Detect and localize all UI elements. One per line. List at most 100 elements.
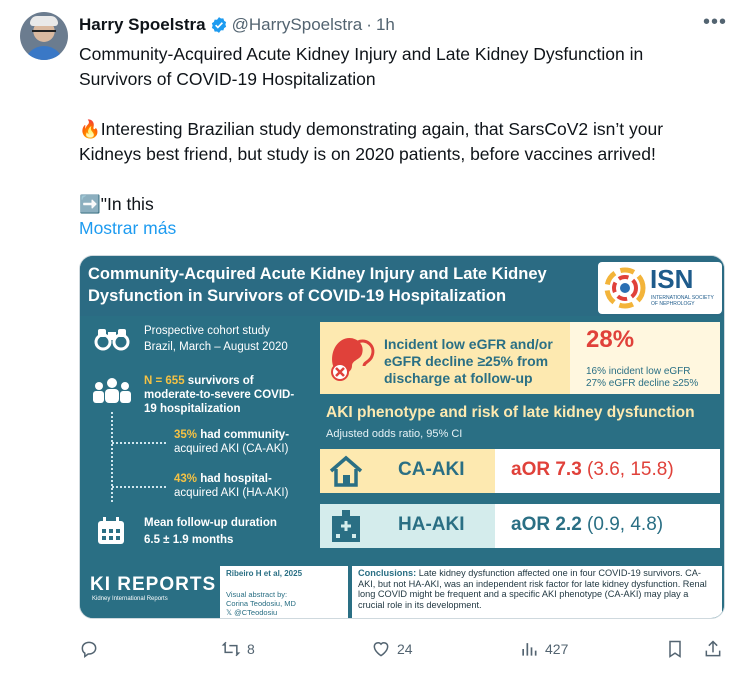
- incident-text: Incident low eGFR and/or eGFR decline ≥2…: [384, 336, 553, 387]
- n-line1: N = 655 survivors of: [144, 374, 254, 388]
- study-details-panel: Prospective cohort study Brazil, March –…: [80, 316, 318, 560]
- tweet-text: Community-Acquired Acute Kidney Injury a…: [79, 42, 719, 217]
- incident-sub-line: 16% incident low eGFR: [586, 366, 691, 377]
- ca-ci: (3.6, 15.8): [581, 459, 674, 480]
- media-card[interactable]: Community-Acquired Acute Kidney Injury a…: [79, 255, 725, 619]
- ca-aki-label: CA-AKI: [398, 459, 465, 480]
- results-panel: Incident low eGFR and/or eGFR decline ≥2…: [318, 316, 724, 560]
- heart-icon: [373, 642, 389, 657]
- x-logo-icon: 𝕏: [226, 608, 235, 617]
- retweet-count: 8: [247, 641, 255, 657]
- bookmark-button[interactable]: [665, 636, 685, 662]
- incident-pct: 28%: [586, 326, 635, 353]
- timestamp[interactable]: 1h: [376, 14, 395, 36]
- ha-text: had hospital-: [197, 473, 272, 485]
- handle[interactable]: @HarrySpoelstra: [232, 14, 363, 36]
- study-place: Brazil, March – August 2020: [144, 341, 288, 353]
- tree-hline: [112, 486, 166, 488]
- ha-aki-value: aOR 2.2 (0.9, 4.8): [511, 514, 663, 536]
- avatar-glasses: [32, 30, 56, 36]
- share-icon: [705, 640, 721, 657]
- avatar[interactable]: [20, 12, 68, 60]
- isn-logo-icon: [604, 267, 646, 309]
- like-button[interactable]: 24: [371, 636, 413, 662]
- verified-badge-icon: [211, 17, 226, 33]
- ha-line1: 43% had hospital-: [174, 472, 272, 486]
- card-title: Community-Acquired Acute Kidney Injury a…: [88, 263, 608, 307]
- ha-pct: 43%: [174, 473, 198, 485]
- n-line3: 19 hospitalization: [144, 403, 241, 415]
- show-more-link[interactable]: Mostrar más: [79, 218, 176, 239]
- people-icon: [93, 378, 131, 403]
- tweet-line: ➡️"In this: [79, 194, 154, 214]
- share-button[interactable]: [703, 636, 723, 662]
- incident-sub: 16% incident low eGFR 27% eGFR decline ≥…: [586, 366, 698, 390]
- incident-pct-box: 28% 16% incident low eGFR 27% eGFR decli…: [570, 322, 720, 394]
- avatar-shirt: [24, 46, 64, 60]
- ha-ci: (0.9, 4.8): [581, 514, 664, 535]
- display-name[interactable]: Harry Spoelstra: [79, 14, 206, 36]
- isn-subtitle: INTERNATIONAL SOCIETY OF NEPHROLOGY: [651, 295, 714, 307]
- card-header: Community-Acquired Acute Kidney Injury a…: [80, 256, 724, 316]
- n-line2: moderate-to-severe COVID-: [144, 389, 295, 401]
- ha-aor: aOR 2.2: [511, 514, 582, 535]
- views-count: 427: [545, 641, 569, 657]
- tree-hline: [112, 442, 166, 444]
- reply-button[interactable]: [79, 636, 105, 662]
- tweet-line: [79, 92, 719, 117]
- ha-aki-value-box: aOR 2.2 (0.9, 4.8): [495, 504, 720, 548]
- visual-by: Visual abstract by:: [226, 590, 288, 599]
- tweet-line: Kidneys best friend, but study is on 202…: [79, 144, 656, 164]
- incident-line: Incident low eGFR and/or: [384, 336, 553, 352]
- hospital-icon: [332, 510, 360, 542]
- followup-value: 6.5 ± 1.9 months: [144, 534, 234, 546]
- retweet-icon: [221, 641, 241, 657]
- ha-aki-row: HA-AKI aOR 2.2 (0.9, 4.8): [320, 504, 720, 548]
- ki-reports-subtitle: Kidney International Reports: [92, 596, 168, 602]
- ca-aki-value: aOR 7.3 (3.6, 15.8): [511, 459, 674, 481]
- incident-line: discharge at follow-up: [384, 370, 533, 386]
- incident-line: eGFR decline ≥25% from: [384, 353, 549, 369]
- tree-vline: [111, 412, 113, 502]
- credits-box: Ribeiro H et al, 2025 Visual abstract by…: [220, 566, 348, 618]
- followup-label: Mean follow-up duration: [144, 517, 277, 529]
- credits-text: Visual abstract by: Corina Teodosiu, MD …: [226, 590, 296, 617]
- isn-text: ISN: [650, 264, 694, 294]
- more-horizontal-icon[interactable]: •••: [703, 12, 727, 36]
- aki-title: AKI phenotype and risk of late kidney dy…: [326, 404, 695, 421]
- ca-aki-row: CA-AKI aOR 7.3 (3.6, 15.8): [320, 449, 720, 493]
- views-button[interactable]: 427: [519, 636, 568, 662]
- ca-line1: 35% had community-: [174, 428, 289, 442]
- artist-name: Corina Teodosiu, MD: [226, 599, 296, 608]
- n-value: N = 655: [144, 375, 185, 387]
- card-title-line: Dysfunction in Survivors of COVID-19 Hos…: [88, 287, 507, 305]
- conclusions-box: Conclusions: Late kidney dysfunction aff…: [352, 566, 722, 618]
- tweet-line: [79, 167, 719, 192]
- ha-line2: acquired AKI (HA-AKI): [174, 487, 289, 499]
- card-footer: KI REPORTS Kidney International Reports …: [80, 560, 724, 618]
- kidney-cross-icon: [331, 337, 375, 381]
- tweet-line: Community-Acquired Acute Kidney Injury a…: [79, 44, 644, 64]
- like-count: 24: [397, 641, 413, 657]
- ca-pct: 35%: [174, 429, 198, 441]
- artist-handle: @CTeodosiu: [234, 608, 278, 617]
- ca-line2: acquired AKI (CA-AKI): [174, 443, 289, 455]
- artist-handle-line: 𝕏 @CTeodosiu: [226, 608, 296, 617]
- n-text: survivors of: [184, 375, 254, 387]
- isn-logo-box: ISN INTERNATIONAL SOCIETY OF NEPHROLOGY: [598, 262, 722, 314]
- retweet-button[interactable]: 8: [221, 636, 255, 662]
- tweet-line: 🔥Interesting Brazilian study demonstrati…: [79, 119, 664, 139]
- views-chart-icon: [522, 643, 537, 656]
- ca-aki-value-box: aOR 7.3 (3.6, 15.8): [495, 449, 720, 493]
- tweet-actions: 8 24 427: [79, 636, 729, 662]
- house-icon: [329, 455, 363, 487]
- incident-box: Incident low eGFR and/or eGFR decline ≥2…: [320, 322, 720, 394]
- binoculars-icon: [94, 329, 130, 351]
- reply-icon: [81, 641, 97, 658]
- separator-dot: ·: [366, 15, 372, 34]
- calendar-icon: [98, 517, 124, 544]
- incident-sub-line: 27% eGFR decline ≥25%: [586, 378, 699, 389]
- ca-text: had community-: [197, 429, 290, 441]
- tweet-header: Harry Spoelstra @HarrySpoelstra · 1h: [79, 14, 395, 36]
- avatar-hair: [30, 16, 58, 26]
